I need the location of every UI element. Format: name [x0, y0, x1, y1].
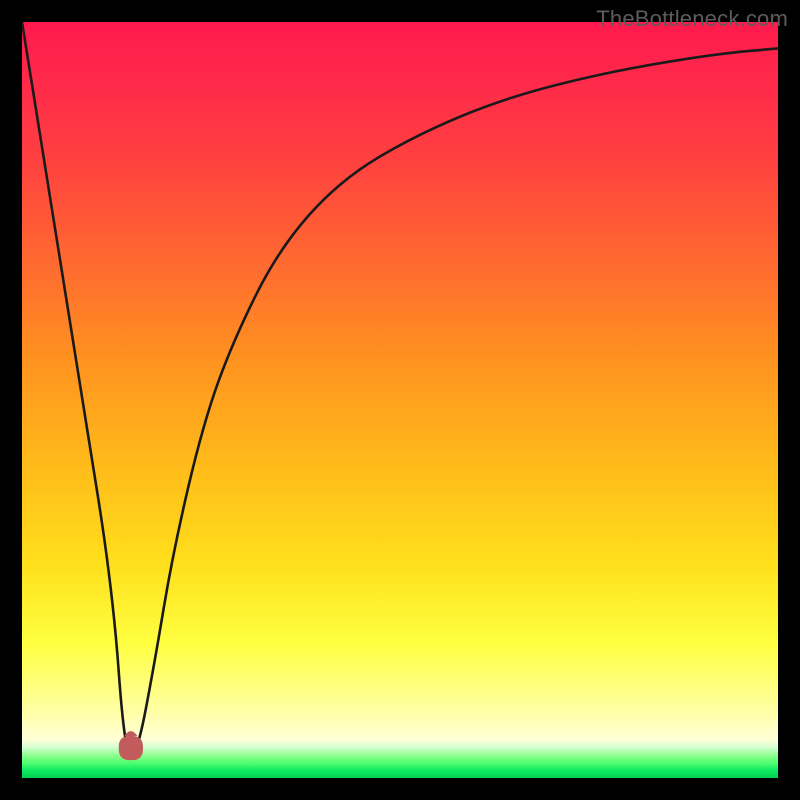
attribution-text: TheBottleneck.com — [596, 6, 788, 32]
chart-frame: TheBottleneck.com — [0, 0, 800, 800]
plot-area — [22, 22, 778, 778]
